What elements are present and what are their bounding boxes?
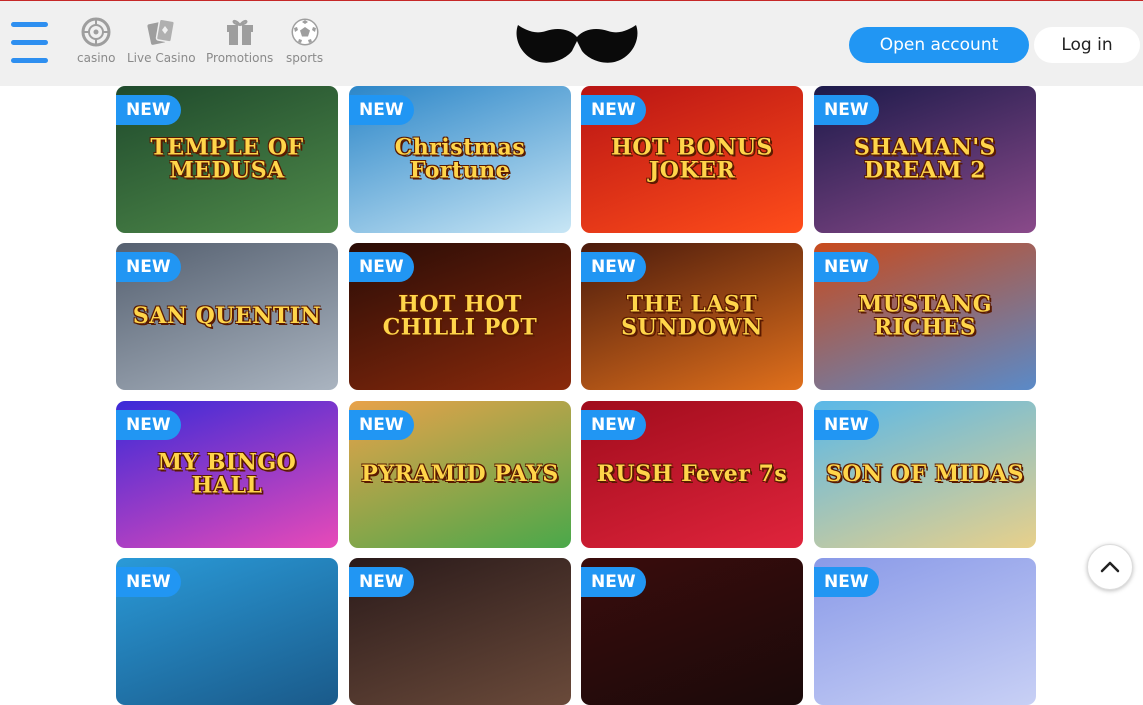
new-badge: NEW [116,252,181,282]
game-title: Christmas Fortune [394,133,526,184]
game-tile[interactable]: Christmas Fortune NEW [349,86,571,233]
nav-live-casino-label: Live Casino [127,51,196,65]
game-tile[interactable]: NEW [581,558,803,705]
new-badge: NEW [814,410,879,440]
game-title: SON OF MIDAS [826,460,1024,487]
new-badge: NEW [349,252,414,282]
new-badge: NEW [116,567,181,597]
game-title: MUSTANG RICHES [857,290,993,341]
new-badge: NEW [581,567,646,597]
game-tile[interactable]: SHAMAN'S DREAM 2 NEW [814,86,1036,233]
game-tile[interactable]: HOT BONUS JOKER NEW [581,86,803,233]
new-badge: NEW [349,95,414,125]
nav-casino[interactable]: casino [77,17,115,69]
scroll-to-top-button[interactable] [1087,544,1133,590]
game-tile[interactable]: THE LAST SUNDOWN NEW [581,243,803,390]
game-title: HOT BONUS JOKER [611,133,773,184]
game-tile[interactable]: SAN QUENTIN NEW [116,243,338,390]
game-title: HOT HOT CHILLI POT [382,290,538,341]
new-badge: NEW [814,252,879,282]
game-tile[interactable]: NEW [116,558,338,705]
game-tile[interactable]: NEW [349,558,571,705]
soccer-ball-icon [291,18,319,46]
nav-sports-label: sports [286,51,324,65]
new-badge: NEW [581,95,646,125]
game-title: SHAMAN'S DREAM 2 [854,133,996,184]
cards-icon [147,18,176,45]
game-tile[interactable]: TEMPLE OF MEDUSA NEW [116,86,338,233]
new-badge: NEW [581,252,646,282]
nav-promotions[interactable]: Promotions [206,17,273,69]
game-title: THE LAST SUNDOWN [621,290,763,341]
game-title: TEMPLE OF MEDUSA [150,133,304,184]
new-badge: NEW [349,410,414,440]
game-title: RUSH Fever 7s [596,460,788,487]
open-account-button[interactable]: Open account [849,27,1029,63]
new-badge: NEW [116,410,181,440]
site-header: casino Live Casino Promotions sports Ope… [0,1,1143,86]
game-tile[interactable]: PYRAMID PAYS NEW [349,401,571,548]
game-tile[interactable]: HOT HOT CHILLI POT NEW [349,243,571,390]
game-tile[interactable]: NEW [814,558,1036,705]
new-badge: NEW [814,95,879,125]
game-tile[interactable]: MY BINGO HALL NEW [116,401,338,548]
gift-icon [226,19,253,45]
game-title: MY BINGO HALL [157,448,297,499]
roulette-icon [81,17,111,47]
game-tile[interactable]: RUSH Fever 7s NEW [581,401,803,548]
new-badge: NEW [349,567,414,597]
menu-hamburger-icon[interactable] [11,22,48,64]
game-title: SAN QUENTIN [132,302,322,329]
chevron-up-icon [1100,561,1120,573]
nav-promotions-label: Promotions [206,51,274,65]
nav-sports[interactable]: sports [286,17,323,69]
new-badge: NEW [581,410,646,440]
login-button[interactable]: Log in [1034,27,1140,63]
game-title: PYRAMID PAYS [361,460,559,487]
new-badge: NEW [814,567,879,597]
game-tile[interactable]: MUSTANG RICHES NEW [814,243,1036,390]
mustache-logo[interactable] [512,25,642,65]
new-badge: NEW [116,95,181,125]
game-tile[interactable]: SON OF MIDAS NEW [814,401,1036,548]
nav-casino-label: casino [77,51,116,65]
nav-live-casino[interactable]: Live Casino [127,17,196,69]
